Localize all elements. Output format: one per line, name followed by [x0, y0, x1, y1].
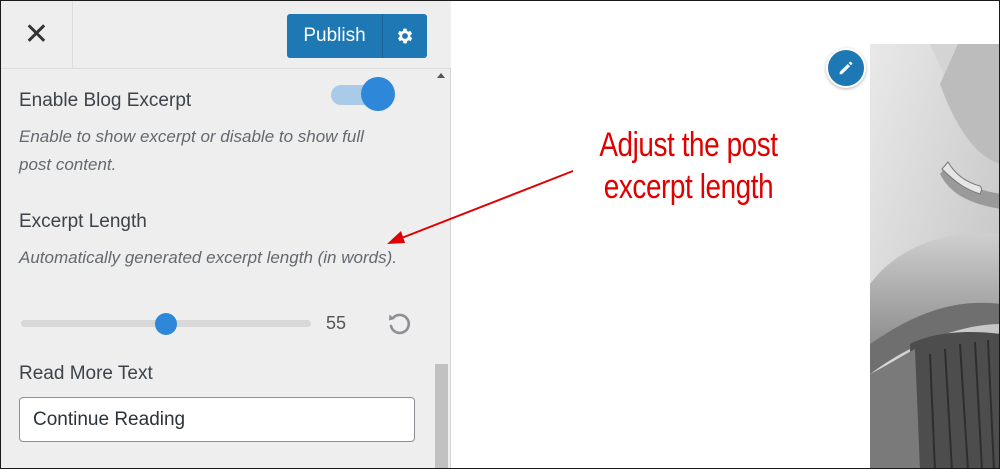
excerpt-length-reset-button[interactable] [385, 310, 413, 338]
pencil-icon [839, 61, 853, 75]
blog-excerpt-toggle[interactable] [331, 77, 395, 111]
customizer-sidebar: ✕ Publish Enable Blog Excerpt Enable to … [1, 1, 451, 468]
close-icon: ✕ [23, 17, 50, 52]
close-button[interactable]: ✕ [1, 1, 73, 69]
blog-excerpt-description: Enable to show excerpt or disable to sho… [19, 127, 364, 174]
blog-excerpt-title: Enable Blog Excerpt [19, 90, 192, 111]
reset-icon [389, 313, 411, 335]
customizer-panel: Enable Blog Excerpt Enable to show excer… [1, 70, 433, 468]
excerpt-length-description: Automatically generated excerpt length (… [19, 248, 397, 267]
annotation-line-1: Adjust the post [599, 126, 778, 164]
hat-photo [870, 44, 999, 468]
excerpt-length-slider[interactable] [21, 313, 313, 335]
hat-photo-illustration [870, 44, 999, 468]
annotation-line-2: excerpt length [603, 168, 774, 206]
screenshot-frame: ✕ Publish Enable Blog Excerpt Enable to … [0, 0, 1000, 469]
panel-scrollbar[interactable] [433, 70, 450, 468]
read-more-input[interactable] [19, 397, 415, 442]
toggle-knob [361, 77, 395, 111]
publish-settings-button[interactable] [383, 14, 427, 58]
annotation-callout: Adjust the post excerpt length [596, 124, 781, 208]
edit-shortcut-button[interactable] [826, 48, 866, 88]
scroll-up-arrow-icon[interactable] [437, 73, 445, 78]
excerpt-length-value: 55 [326, 313, 347, 333]
customizer-header: ✕ Publish [1, 1, 451, 69]
excerpt-length-title: Excerpt Length [19, 211, 147, 232]
slider-thumb[interactable] [155, 313, 177, 335]
read-more-title: Read More Text [19, 363, 153, 384]
scroll-thumb[interactable] [435, 364, 448, 468]
publish-group: Publish [287, 14, 427, 58]
publish-button[interactable]: Publish [287, 14, 383, 58]
site-preview [451, 1, 999, 468]
gear-icon [397, 28, 413, 44]
